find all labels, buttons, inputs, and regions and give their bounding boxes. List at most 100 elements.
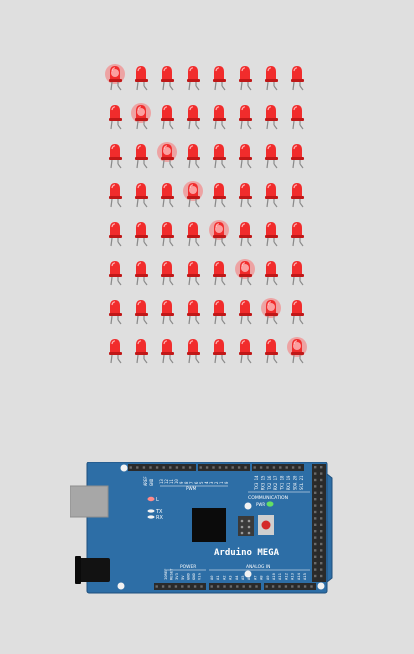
led-r2-c5[interactable] [207,101,231,131]
led-r1-c5[interactable] [207,62,231,92]
icsp-header[interactable] [238,516,254,536]
arduino-mega-board[interactable]: L TX RX AREF GND 13 12 11 10 9 8 7 6 5 4 3 2 1 0 TX3 … [70,462,336,594]
led-r3-c5[interactable] [207,140,231,170]
led-r1-c8[interactable] [285,62,309,92]
led-r6-c7[interactable] [259,257,283,287]
led-r6-c8[interactable] [285,257,309,287]
led-r6-c3[interactable] [155,257,179,287]
led-r2-c3[interactable] [155,101,179,131]
tx-led [147,509,155,513]
header-top-2[interactable] [198,464,250,471]
led-r8-c5[interactable] [207,335,231,365]
led-r2-c6[interactable] [233,101,257,131]
led-r2-c4[interactable] [181,101,205,131]
led-r6-c5[interactable] [207,257,231,287]
pin-hole [303,585,307,588]
comm-pin-label-7: SCL 21 [299,475,304,490]
led-r5-c2[interactable] [129,218,153,248]
led-r8-c3[interactable] [155,335,179,365]
led-r1-c3[interactable] [155,62,179,92]
reset-button[interactable] [261,520,271,530]
header-analog-1[interactable] [209,583,261,590]
led-r4-c6[interactable] [233,179,257,209]
led-r7-c6[interactable] [233,296,257,326]
pin-hole [142,466,146,469]
led-r3-c6[interactable] [233,140,257,170]
pin-hole [314,549,317,552]
led-r8-c7[interactable] [259,335,283,365]
led-r1-c6[interactable] [233,62,257,92]
led-r3-c8[interactable] [285,140,309,170]
led-r6-c1[interactable] [103,257,127,287]
led-r8-c1[interactable] [103,335,127,365]
led-r8-c8[interactable] [285,335,309,365]
led-r7-c5[interactable] [207,296,231,326]
led-r2-c7[interactable] [259,101,283,131]
analog-pin-label-14: A14 [296,572,301,580]
led-r5-c8[interactable] [285,218,309,248]
pin-hole [284,585,288,588]
led-r3-c4[interactable] [181,140,205,170]
header-analog-2[interactable] [264,583,316,590]
led-r4-c8[interactable] [285,179,309,209]
pin-hole [320,530,323,533]
led-r2-c8[interactable] [285,101,309,131]
led-r2-c1[interactable] [103,101,127,131]
led-r5-c1[interactable] [103,218,127,248]
led-r4-c2[interactable] [129,179,153,209]
led-r6-c6[interactable] [233,257,257,287]
header-power[interactable] [154,583,206,590]
led-r4-c7[interactable] [259,179,283,209]
led-r3-c2[interactable] [129,140,153,170]
led-r1-c1[interactable] [103,62,127,92]
led-r3-c1[interactable] [103,140,127,170]
pin-hole [320,523,323,526]
led-r5-c5[interactable] [207,218,231,248]
header-top-3[interactable] [252,464,304,471]
led-r7-c4[interactable] [181,296,205,326]
pin-hole [216,585,220,588]
pin-hole [162,466,165,469]
led-r1-c4[interactable] [181,62,205,92]
pin-hole [259,466,263,469]
led-r8-c2[interactable] [129,335,153,365]
pin-hole [320,568,323,571]
led-r7-c7[interactable] [259,296,283,326]
led-r4-c4[interactable] [181,179,205,209]
led-r5-c4[interactable] [181,218,205,248]
led-r7-c2[interactable] [129,296,153,326]
pin-hole [314,574,317,578]
led-r8-c6[interactable] [233,335,257,365]
led-r4-c1[interactable] [103,179,127,209]
led-r5-c7[interactable] [259,218,283,248]
led-r6-c2[interactable] [129,257,153,287]
led-r1-c7[interactable] [259,62,283,92]
led-r6-c4[interactable] [181,257,205,287]
pin-hole [314,530,317,533]
led-r4-c5[interactable] [207,179,231,209]
pin-hole [255,585,258,588]
led-r8-c4[interactable] [181,335,205,365]
led-r1-c2[interactable] [129,62,153,92]
led-r7-c8[interactable] [285,296,309,326]
label-l: L [156,497,159,503]
comm-pin-label-1: RX3 15 [260,475,265,490]
usb-connector[interactable] [70,485,109,518]
pin-hole [199,466,202,469]
led-r7-c1[interactable] [103,296,127,326]
analog-pin-label-1: A1 [215,575,220,580]
label-rx: RX [156,515,163,521]
led-r7-c3[interactable] [155,296,179,326]
led-r5-c6[interactable] [233,218,257,248]
led-r3-c3[interactable] [155,140,179,170]
pin-hole [320,536,323,539]
power-pin-label-3: 5V [180,575,185,580]
led-r5-c3[interactable] [155,218,179,248]
led-r2-c2[interactable] [129,101,153,131]
label-aref: AREF [143,476,148,486]
pin-hole [231,466,234,469]
pin-hole [314,472,317,475]
label-pwm: PWM [186,486,197,491]
led-r4-c3[interactable] [155,179,179,209]
led-r3-c7[interactable] [259,140,283,170]
